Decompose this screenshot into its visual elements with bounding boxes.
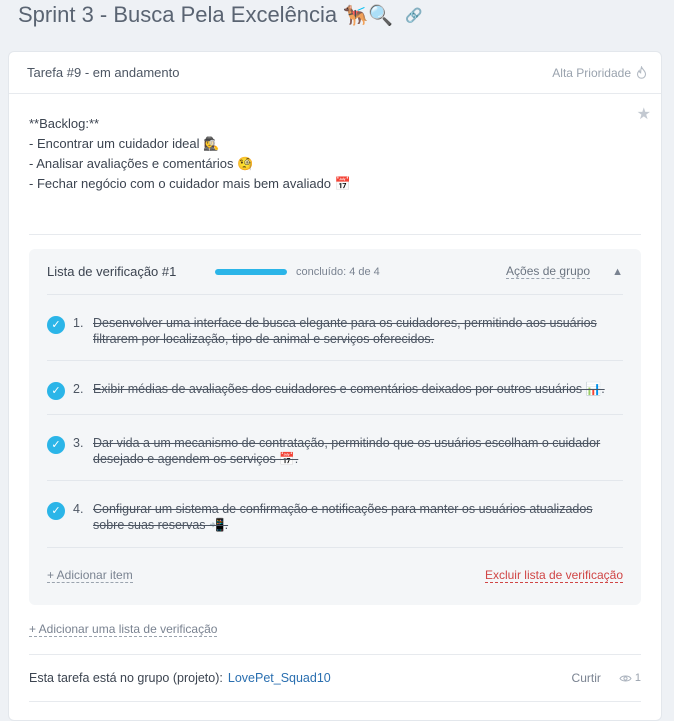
- priority-label: Alta Prioridade: [552, 65, 631, 80]
- flame-icon: [636, 66, 647, 79]
- checkmark-icon[interactable]: ✓: [47, 382, 65, 400]
- item-number: 2.: [73, 382, 84, 396]
- item-text[interactable]: Desenvolver uma interface de busca elega…: [93, 315, 623, 347]
- star-icon[interactable]: ★: [637, 104, 651, 124]
- link-icon[interactable]: 🔗: [405, 7, 422, 24]
- checkmark-icon[interactable]: ✓: [47, 436, 65, 454]
- like-button[interactable]: Curtir: [572, 671, 601, 685]
- chevron-up-icon[interactable]: ▲: [612, 266, 623, 278]
- checklist-item: ✓ 1. Desenvolver uma interface de busca …: [47, 295, 623, 361]
- checklist: Lista de verificação #1 concluído: 4 de …: [29, 249, 641, 605]
- item-number: 4.: [73, 502, 84, 516]
- task-status: Tarefa #9 - em andamento: [27, 65, 180, 80]
- checkmark-icon[interactable]: ✓: [47, 316, 65, 334]
- checklist-footer: + Adicionar item Excluir lista de verifi…: [47, 547, 623, 603]
- eye-icon: [619, 675, 632, 681]
- views-counter: 1: [619, 672, 641, 684]
- priority-badge[interactable]: Alta Prioridade: [552, 66, 647, 80]
- task-footer: Esta tarefa está no grupo (projeto): Lov…: [29, 654, 641, 702]
- task-header: Tarefa #9 - em andamento Alta Prioridade: [9, 52, 661, 94]
- group-link[interactable]: LovePet_Squad10: [228, 671, 331, 685]
- page-title: Sprint 3 - Busca Pela Excelência 🐕‍🦺🔍 🔗: [18, 2, 422, 28]
- description-line: - Encontrar um cuidador ideal 🕵️‍♀️: [29, 136, 220, 151]
- checklist-item: ✓ 3. Dar vida a um mecanismo de contrata…: [47, 415, 623, 481]
- checklist-item: ✓ 2. Exibir médias de avaliações dos cui…: [47, 361, 623, 415]
- add-item-button[interactable]: + Adicionar item: [47, 568, 133, 583]
- item-number: 1.: [73, 316, 84, 330]
- delete-checklist-button[interactable]: Excluir lista de verificação: [484, 568, 623, 583]
- item-text[interactable]: Configurar um sistema de confirmação e n…: [93, 501, 623, 533]
- checklist-progress: [215, 268, 287, 275]
- group-actions-button[interactable]: Ações de grupo: [506, 264, 591, 279]
- add-checklist-row: + Adicionar uma lista de verificação: [29, 622, 641, 642]
- progress-fill: [215, 268, 287, 275]
- add-checklist-button[interactable]: + Adicionar uma lista de verificação: [29, 622, 218, 637]
- task-description: **Backlog:** - Encontrar um cuidador ide…: [9, 94, 661, 234]
- checkmark-icon[interactable]: ✓: [47, 502, 65, 520]
- description-line: - Fechar negócio com o cuidador mais bem…: [29, 176, 351, 191]
- checklist-title[interactable]: Lista de verificação #1: [47, 264, 215, 279]
- checklist-item: ✓ 4. Configurar um sistema de confirmaçã…: [47, 481, 623, 547]
- item-number: 3.: [73, 436, 84, 450]
- group-label: Esta tarefa está no grupo (projeto):: [29, 671, 223, 685]
- checklist-done-count: concluído: 4 de 4: [296, 265, 380, 278]
- page-title-text: Sprint 3 - Busca Pela Excelência: [18, 2, 338, 27]
- checklist-header: Lista de verificação #1 concluído: 4 de …: [47, 249, 623, 295]
- item-text[interactable]: Exibir médias de avaliações dos cuidador…: [93, 381, 623, 397]
- description-line: **Backlog:**: [29, 116, 100, 131]
- item-text[interactable]: Dar vida a um mecanismo de contratação, …: [93, 435, 623, 467]
- divider: [29, 234, 641, 235]
- views-count: 1: [634, 672, 641, 684]
- task-card: Tarefa #9 - em andamento Alta Prioridade…: [8, 51, 662, 721]
- description-line: - Analisar avaliações e comentários 🧐: [29, 156, 254, 171]
- title-emojis: 🐕‍🦺🔍: [343, 4, 393, 27]
